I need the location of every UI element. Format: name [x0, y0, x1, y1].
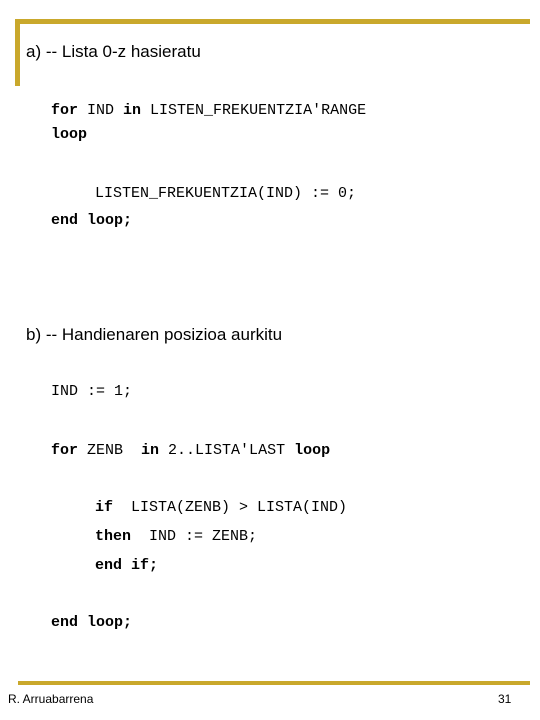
- code-statement-assign: LISTEN_FREKUENTZIA(IND) := 0;: [95, 185, 357, 202]
- footer-page-number: 31: [498, 692, 512, 706]
- code-identifier-lista-last: 2..LISTA'LAST: [159, 442, 295, 459]
- footer-author: R. Arruabarrena: [8, 692, 94, 706]
- code-keyword-if: if: [95, 499, 114, 516]
- code-keyword-end-if: end if;: [95, 557, 159, 574]
- code-line-assign-zero: LISTEN_FREKUENTZIA(IND) := 0;: [95, 183, 356, 204]
- code-line-loop-open: loop: [51, 124, 87, 145]
- code-keyword-for: for: [51, 102, 79, 119]
- code-line-end-loop-b: end loop;: [51, 612, 132, 633]
- code-statement-ind-init: IND := 1;: [51, 383, 133, 400]
- code-keyword-then: then: [95, 528, 132, 545]
- code-keyword-in-2: in: [141, 442, 160, 459]
- code-line-for-ind: for IND in LISTEN_FREKUENTZIA'RANGE: [51, 100, 366, 121]
- code-identifier-ind: IND: [78, 102, 124, 119]
- code-line-end-if: end if;: [95, 555, 158, 576]
- code-keyword-for-2: for: [51, 442, 79, 459]
- code-keyword-loop: loop: [51, 126, 88, 143]
- code-keyword-end-loop-2: end loop;: [51, 614, 133, 631]
- code-statement-assign-zenb: IND := ZENB;: [131, 528, 258, 545]
- accent-rule-top: [15, 19, 530, 24]
- code-line-end-loop-a: end loop;: [51, 210, 132, 231]
- code-line-then: then IND := ZENB;: [95, 526, 257, 547]
- heading-section-b: b) -- Handienaren posizioa aurkitu: [26, 325, 283, 344]
- code-line-for-zenb: for ZENB in 2..LISTA'LAST loop: [51, 440, 330, 461]
- code-keyword-in: in: [123, 102, 142, 119]
- code-identifier-range: LISTEN_FREKUENTZIA'RANGE: [141, 102, 367, 119]
- heading-section-a: a) -- Lista 0-z hasieratu: [26, 42, 201, 61]
- code-keyword-loop-2: loop: [294, 442, 331, 459]
- accent-rule-left: [15, 19, 20, 86]
- code-keyword-end-loop: end loop;: [51, 212, 133, 229]
- code-line-if: if LISTA(ZENB) > LISTA(IND): [95, 497, 347, 518]
- code-identifier-zenb: ZENB: [78, 442, 142, 459]
- accent-rule-footer: [18, 681, 530, 685]
- code-line-ind-init: IND := 1;: [51, 381, 132, 402]
- slide-canvas: a) -- Lista 0-z hasieratu for IND in LIS…: [0, 0, 540, 720]
- code-expression-compare: LISTA(ZENB) > LISTA(IND): [113, 499, 348, 516]
